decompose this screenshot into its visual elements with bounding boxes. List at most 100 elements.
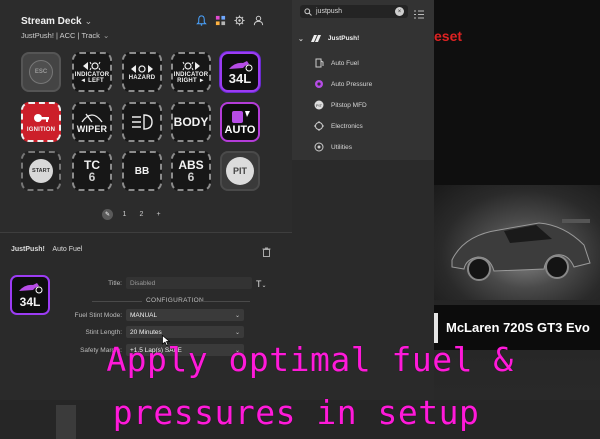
- bb-key[interactable]: BB: [122, 151, 162, 191]
- esc-key-label: ESC: [29, 60, 53, 84]
- caption-line-1: Apply optimal fuel &: [106, 340, 514, 379]
- action-electronics-label: Electronics: [331, 122, 363, 130]
- action-utilities-label: Utilities: [331, 143, 352, 151]
- pit-label: PIT: [226, 157, 254, 185]
- title-label: Title:: [108, 280, 122, 287]
- configuration-heading: CONFIGURATION: [146, 297, 204, 304]
- add-page-button[interactable]: +: [153, 211, 164, 218]
- start-label: START: [29, 159, 53, 183]
- tyre-icon: [314, 79, 324, 89]
- esc-key[interactable]: ESC: [21, 52, 61, 92]
- action-pitstop-mfd-label: Pitstop MFD: [331, 101, 367, 109]
- marketplace-icon[interactable]: [214, 14, 227, 27]
- action-electronics[interactable]: Electronics: [314, 121, 363, 131]
- caption-line-2: pressures in setup: [112, 393, 480, 432]
- section-divider-right: [200, 301, 250, 302]
- action-auto-fuel[interactable]: Auto Fuel: [314, 58, 359, 68]
- plugin-category-justpush[interactable]: ⌄ JustPush!: [298, 34, 359, 43]
- stint-length-label: Stint Length:: [85, 329, 123, 336]
- search-input-value: justpush: [316, 8, 343, 15]
- car-image: [434, 185, 600, 300]
- car-name-accent: [434, 313, 438, 343]
- stint-length-value: 20 Minutes: [130, 328, 162, 336]
- inspector-header: JustPush! Auto Fuel: [11, 246, 82, 253]
- chevron-down-icon: ⌄: [102, 31, 110, 40]
- edit-page-icon[interactable]: ✎: [102, 209, 113, 220]
- body-key[interactable]: BODY: [171, 102, 211, 142]
- utilities-icon: [314, 142, 324, 152]
- user-icon[interactable]: [252, 14, 265, 27]
- wiper-label: WIPER: [76, 124, 108, 134]
- auto-pressure-label: AUTO: [224, 124, 256, 136]
- wiper-icon: [81, 113, 103, 123]
- car-name: McLaren 720S GT3 Evo: [446, 320, 590, 335]
- search-icon: [304, 7, 312, 16]
- inspector-key-value: 34L: [19, 295, 41, 309]
- title-input[interactable]: Disabled: [126, 277, 252, 289]
- fuel-stint-mode-value: MANUAL: [130, 311, 158, 319]
- auto-fuel-value: 34L: [228, 71, 252, 86]
- game-top-area: eset: [434, 0, 600, 190]
- lights-key[interactable]: [122, 102, 162, 142]
- section-divider-left: [92, 301, 142, 302]
- indicator-icon: [83, 61, 101, 71]
- plugin-category-label: JustPush!: [327, 35, 360, 42]
- fuel-stint-mode-select[interactable]: MANUAL ⌄: [126, 309, 244, 321]
- profile-selector[interactable]: JustPush! | ACC | Track ⌄: [21, 31, 109, 40]
- gear-icon[interactable]: [233, 14, 246, 27]
- tyre-pressure-icon: [232, 111, 250, 123]
- chevron-down-icon: ⌄: [84, 16, 93, 26]
- action-pitstop-mfd[interactable]: PIT Pitstop MFD: [314, 100, 367, 110]
- title-input-value: Disabled: [130, 279, 156, 287]
- hazard-label: HAZARD: [128, 75, 156, 81]
- list-view-icon[interactable]: [414, 6, 424, 24]
- pit-key[interactable]: PIT: [220, 151, 260, 191]
- tc-key[interactable]: TC 6: [72, 151, 112, 191]
- key-icon: [34, 114, 49, 122]
- device-selector[interactable]: Stream Deck ⌄: [21, 16, 92, 27]
- page-navigator: ✎ 1 2 +: [102, 209, 164, 220]
- abs-key[interactable]: ABS 6: [171, 151, 211, 191]
- action-utilities[interactable]: Utilities: [314, 142, 352, 152]
- action-auto-pressure[interactable]: Auto Pressure: [314, 79, 372, 89]
- justpush-logo-icon: [310, 35, 321, 42]
- chevron-down-icon: ⌄: [234, 312, 240, 319]
- action-auto-fuel-label: Auto Fuel: [331, 59, 359, 67]
- page-1-button[interactable]: 1: [119, 211, 130, 218]
- bb-label: BB: [134, 165, 150, 177]
- actions-panel: justpush × ⌄ JustPush! Auto Fuel Auto Pr…: [292, 0, 434, 160]
- pit-icon: PIT: [314, 100, 324, 110]
- bell-icon[interactable]: [195, 14, 208, 27]
- body-label: BODY: [173, 115, 209, 129]
- indicator-icon: [182, 61, 200, 71]
- app-title: Stream Deck: [21, 16, 82, 27]
- header-icons: [195, 14, 265, 27]
- race-car-illustration: [451, 219, 591, 281]
- auto-pressure-key[interactable]: AUTO: [220, 102, 260, 142]
- screen: eset McLaren 720S GT3 Evo Stream Deck ⌄ J…: [0, 0, 600, 439]
- stint-length-select[interactable]: 20 Minutes ⌄: [126, 326, 244, 338]
- title-format-button[interactable]: T⌄: [256, 279, 267, 289]
- action-auto-pressure-label: Auto Pressure: [331, 80, 373, 88]
- action-search[interactable]: justpush ×: [300, 5, 408, 18]
- hazard-icon: [131, 65, 153, 73]
- start-key[interactable]: START: [21, 151, 61, 191]
- inspector-action-name: Auto Fuel: [52, 246, 83, 253]
- svg-text:PIT: PIT: [316, 103, 323, 108]
- chevron-down-icon: ⌄: [234, 329, 240, 336]
- indicator-left-key[interactable]: INDICATOR ◄ LEFT: [72, 52, 112, 92]
- clear-search-icon[interactable]: ×: [395, 7, 404, 16]
- electronics-icon: [314, 121, 324, 131]
- wiper-key[interactable]: WIPER: [72, 102, 112, 142]
- fuel-nozzle-icon: [19, 283, 43, 294]
- page-2-button[interactable]: 2: [136, 211, 147, 218]
- reset-text: eset: [434, 28, 463, 44]
- indicator-left-sublabel: ◄ LEFT: [80, 78, 104, 84]
- auto-fuel-key[interactable]: 34L: [220, 52, 260, 92]
- ignition-key[interactable]: IGNITION: [21, 102, 61, 142]
- sd-header: Stream Deck ⌄ JustPush! | ACC | Track ⌄: [0, 0, 292, 44]
- hazard-key[interactable]: HAZARD: [122, 52, 162, 92]
- indicator-right-key[interactable]: INDICATOR RIGHT ►: [171, 52, 211, 92]
- fuel-stint-mode-label: Fuel Stint Mode:: [74, 312, 122, 319]
- trash-icon[interactable]: [262, 244, 271, 262]
